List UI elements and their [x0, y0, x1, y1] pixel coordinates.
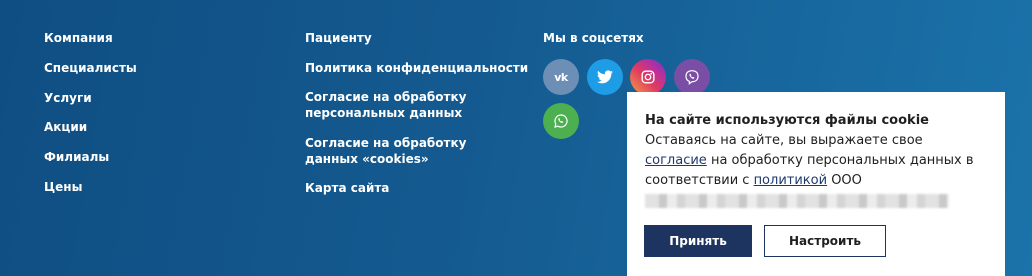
vk-icon[interactable]: vk — [543, 59, 579, 95]
configure-button[interactable]: Настроить — [764, 225, 886, 257]
footer-patient-column: Пациенту Политика конфиденциальности Сог… — [305, 30, 528, 210]
footer-company-column: Компания Специалисты Услуги Акции Филиал… — [44, 30, 137, 209]
footer-link-personal-data-consent[interactable]: Согласие на обработку персональных данны… — [305, 89, 510, 121]
cookie-banner-title: На сайте используются файлы cookie — [645, 113, 929, 128]
footer-link-privacy-policy[interactable]: Политика конфиденциальности — [305, 60, 528, 76]
footer-link-promotions[interactable]: Акции — [44, 119, 137, 135]
policy-link[interactable]: политикой — [754, 173, 828, 188]
viber-icon[interactable] — [674, 59, 710, 95]
accept-button[interactable]: Принять — [644, 225, 752, 257]
footer-link-patient[interactable]: Пациенту — [305, 30, 528, 46]
footer-link-services[interactable]: Услуги — [44, 90, 137, 106]
vk-glyph: vk — [554, 70, 568, 84]
blurred-company-name — [645, 194, 949, 208]
cookie-banner-text: Оставаясь на сайте, вы выражаете свое сог… — [645, 131, 987, 191]
footer-link-cookies-consent[interactable]: Согласие на обработку данных «cookies» — [305, 135, 510, 167]
social-heading: Мы в соцсетях — [543, 31, 644, 45]
footer-link-company[interactable]: Компания — [44, 30, 137, 46]
footer-link-branches[interactable]: Филиалы — [44, 149, 137, 165]
cookie-banner: На сайте используются файлы cookie Остав… — [627, 92, 1005, 276]
consent-link[interactable]: согласие — [645, 153, 707, 168]
cookie-text-part-3: ООО — [827, 173, 862, 188]
footer-link-sitemap[interactable]: Карта сайта — [305, 180, 528, 196]
cookie-text-part-1: Оставаясь на сайте, вы выражаете свое — [645, 133, 923, 148]
instagram-icon[interactable] — [630, 59, 666, 95]
twitter-icon[interactable] — [587, 59, 623, 95]
whatsapp-icon[interactable] — [543, 103, 579, 139]
footer-link-specialists[interactable]: Специалисты — [44, 60, 137, 76]
footer-link-prices[interactable]: Цены — [44, 179, 137, 195]
